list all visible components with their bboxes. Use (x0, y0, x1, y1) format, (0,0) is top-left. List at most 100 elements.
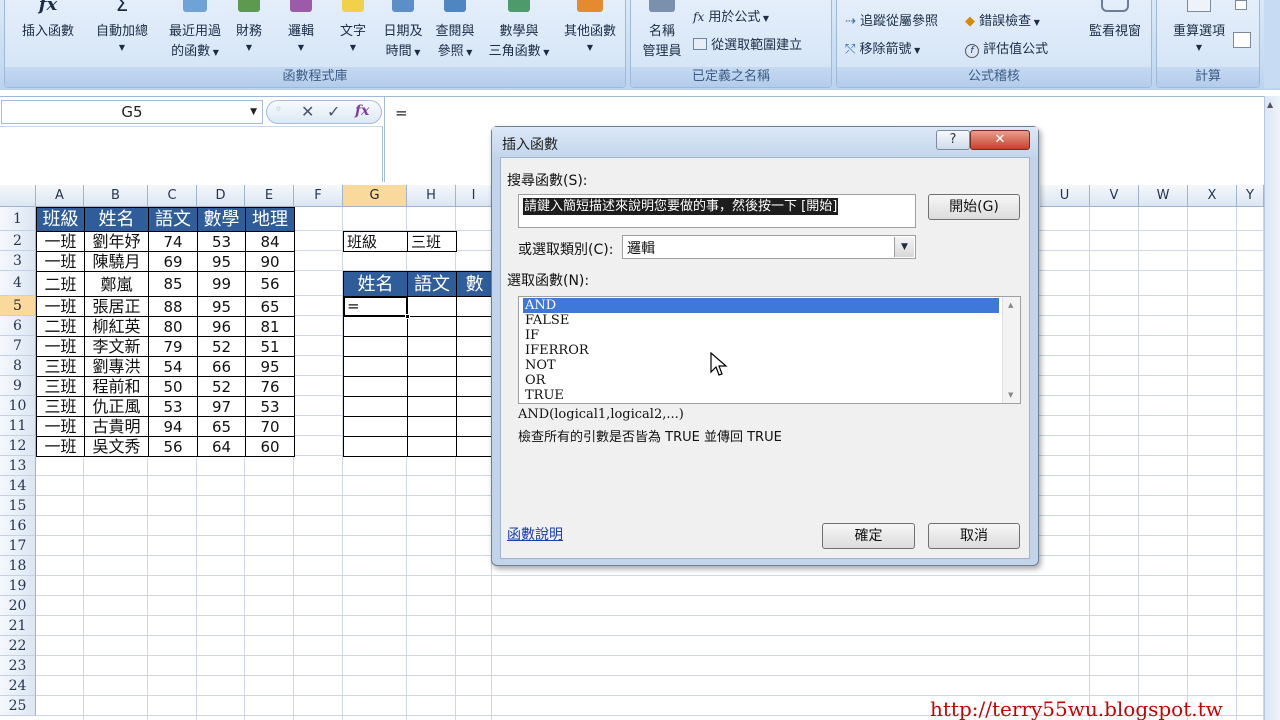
chevron-down-icon[interactable]: ▼ (894, 237, 914, 257)
scroll-up-icon[interactable]: ▲ (1008, 301, 1013, 309)
row-header[interactable]: 25 (0, 696, 36, 716)
row-header[interactable]: 11 (0, 416, 36, 436)
table-cell[interactable]: 三班 (36, 396, 85, 417)
table-cell[interactable]: 94 (148, 416, 198, 437)
row-header[interactable]: 6 (0, 316, 36, 336)
table-cell[interactable]: 三班 (36, 356, 85, 377)
scroll-up-icon[interactable]: ▲ (1267, 100, 1273, 109)
row-header[interactable]: 21 (0, 616, 36, 636)
table-cell[interactable]: 一班 (36, 336, 85, 357)
row-header[interactable]: 22 (0, 636, 36, 656)
result-cell[interactable] (407, 416, 457, 437)
insert-fx-icon[interactable]: fx (355, 103, 369, 119)
cancel-icon[interactable]: ✕ (301, 102, 314, 121)
table-cell[interactable]: 三班 (36, 376, 85, 397)
table-cell[interactable]: 99 (197, 271, 246, 297)
table-header-cell[interactable]: 班級 (36, 207, 85, 232)
error-checking-button[interactable]: ◆ 錯誤檢查 ▼ (965, 10, 1040, 29)
insert-function-button[interactable]: fx 插入函數 (11, 0, 85, 42)
table-cell[interactable]: 程前和 (84, 376, 149, 397)
column-header[interactable]: G (343, 185, 407, 207)
table-cell[interactable]: 張居正 (84, 296, 149, 317)
table-cell[interactable]: 95 (197, 296, 246, 317)
result-cell[interactable] (456, 416, 493, 437)
result-cell[interactable] (456, 296, 493, 317)
result-cell[interactable] (343, 336, 408, 357)
table-cell[interactable]: 52 (197, 336, 246, 357)
row-header[interactable]: 8 (0, 356, 36, 376)
result-header-cell[interactable]: 數學 (456, 271, 493, 320)
autosum-button[interactable]: Σ 自動加總 ▼ (87, 0, 157, 52)
create-from-selection-button[interactable]: 從選取範圍建立 (693, 34, 802, 53)
trace-precedents-button[interactable]: ⇢ 追蹤從屬參照 (845, 10, 938, 29)
row-header[interactable]: 5 (0, 296, 36, 316)
criteria-cell[interactable]: 三班 (407, 231, 457, 252)
table-header-cell[interactable]: 數學 (197, 207, 246, 232)
table-cell[interactable]: 60 (245, 436, 295, 457)
function-list-item[interactable]: OR (523, 373, 999, 388)
result-cell[interactable] (343, 436, 408, 457)
result-cell[interactable] (407, 376, 457, 397)
result-cell[interactable] (343, 396, 408, 417)
dialog-titlebar[interactable]: 插入函數 ? ✕ (492, 127, 1038, 157)
row-header[interactable]: 12 (0, 436, 36, 456)
table-cell[interactable]: 70 (245, 416, 295, 437)
row-header[interactable]: 4 (0, 271, 36, 296)
function-list-item[interactable]: TRUE (523, 388, 999, 403)
column-header[interactable]: I (456, 185, 492, 207)
close-icon[interactable]: ✕ (970, 130, 1030, 150)
column-header[interactable]: W (1139, 185, 1188, 207)
enter-check-icon[interactable]: ✓ (327, 102, 340, 121)
result-cell[interactable] (407, 336, 457, 357)
column-header[interactable]: A (36, 185, 84, 207)
ok-button[interactable]: 確定 (822, 523, 915, 549)
table-cell[interactable]: 65 (197, 416, 246, 437)
list-scrollbar[interactable]: ▲ ▼ (1002, 297, 1020, 403)
criteria-cell[interactable]: 班級 (343, 231, 408, 252)
search-input[interactable]: 請鍵入簡短描述來說明您要做的事，然後按一下 [開始] (518, 194, 916, 228)
row-header[interactable]: 7 (0, 336, 36, 356)
result-cell[interactable] (407, 316, 457, 337)
result-header-cell[interactable]: 語文 (407, 271, 457, 297)
table-cell[interactable]: 90 (245, 251, 295, 272)
function-list-item[interactable]: NOT (523, 358, 999, 373)
cancel-button[interactable]: 取消 (928, 523, 1020, 549)
table-cell[interactable]: 一班 (36, 436, 85, 457)
table-cell[interactable]: 一班 (36, 296, 85, 317)
use-in-formula-button[interactable]: fx 用於公式 ▼ (693, 6, 769, 25)
table-cell[interactable]: 一班 (36, 416, 85, 437)
table-header-cell[interactable]: 地理 (245, 207, 295, 232)
table-cell[interactable]: 陳驍月 (84, 251, 149, 272)
function-list-item[interactable]: AND (523, 298, 999, 313)
table-cell[interactable]: 李文新 (84, 336, 149, 357)
table-cell[interactable]: 53 (197, 231, 246, 252)
dropdown-arrow-icon[interactable]: ▼ (250, 101, 257, 123)
vertical-scrollbar[interactable]: ▲ (1264, 96, 1280, 720)
row-header[interactable]: 14 (0, 476, 36, 496)
help-link[interactable]: 函數說明 (507, 524, 563, 544)
table-header-cell[interactable]: 姓名 (84, 207, 149, 232)
result-cell[interactable] (456, 336, 493, 357)
select-all-corner[interactable] (0, 185, 36, 207)
scroll-down-icon[interactable]: ▼ (1008, 391, 1013, 399)
calc-now-icon[interactable] (1235, 0, 1247, 10)
result-cell[interactable] (456, 356, 493, 377)
row-header[interactable]: 15 (0, 496, 36, 516)
result-header-cell[interactable]: 姓名 (343, 271, 408, 297)
table-cell[interactable]: 66 (197, 356, 246, 377)
active-cell[interactable]: = (343, 296, 408, 317)
column-header[interactable]: B (84, 185, 148, 207)
row-header[interactable]: 19 (0, 576, 36, 596)
table-cell[interactable]: 64 (197, 436, 246, 457)
more-functions-button[interactable]: 其他函數 ▼ (557, 0, 623, 52)
row-header[interactable]: 17 (0, 536, 36, 556)
table-cell[interactable]: 81 (245, 316, 295, 337)
column-header[interactable]: X (1188, 185, 1237, 207)
row-header[interactable]: 24 (0, 676, 36, 696)
table-cell[interactable]: 79 (148, 336, 198, 357)
result-cell[interactable] (343, 356, 408, 377)
result-cell[interactable] (343, 316, 408, 337)
calc-sheet-icon[interactable] (1233, 32, 1251, 48)
result-cell[interactable] (407, 296, 457, 317)
column-header[interactable]: E (245, 185, 294, 207)
